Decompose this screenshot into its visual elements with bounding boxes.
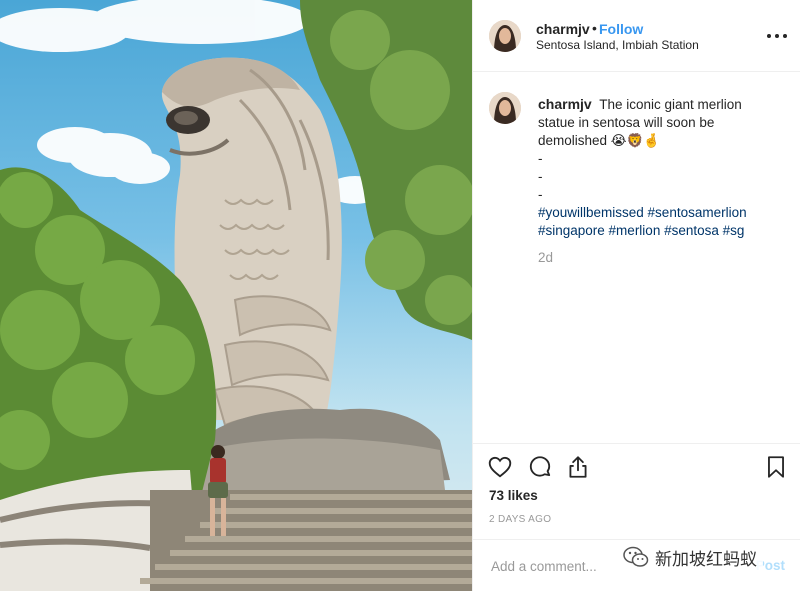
comment-icon[interactable] [527,454,553,480]
follow-button[interactable]: Follow [599,21,643,37]
avatar-image [489,92,521,124]
separator-dot: • [592,20,597,36]
likes-count[interactable]: 73 likes [489,488,538,503]
dash-line: - [538,151,543,166]
hashtags-line-2[interactable]: #singapore #merlion #sentosa #sg [538,222,778,240]
post-photo[interactable] [0,0,472,591]
hashtags-line-1[interactable]: #youwillbemissed #sentosamerlion [538,204,778,222]
more-dot [767,34,771,38]
post-header: charmjv • Follow Sentosa Island, Imbiah … [473,0,800,72]
watermark-text: 新加坡红蚂蚁 [655,549,757,570]
heart-icon[interactable] [487,454,513,480]
caption-text-block: charmjv The iconic giant merlion statue … [538,95,778,240]
avatar[interactable] [489,20,521,52]
wechat-logo-icon [623,546,649,567]
more-dot [783,34,787,38]
location-link[interactable]: Sentosa Island, Imbiah Station [536,38,699,52]
post-date: 2 DAYS AGO [489,514,552,525]
username-link[interactable]: charmjv [536,21,590,37]
post-detail-panel: charmjv • Follow Sentosa Island, Imbiah … [472,0,800,591]
share-icon[interactable] [565,454,591,480]
caption-avatar[interactable] [489,92,521,124]
avatar-image [489,20,521,52]
bookmark-icon[interactable] [763,454,789,480]
merlion-photo-illustration [0,0,472,591]
comment-time: 2d [538,250,554,265]
dash-line: - [538,169,543,184]
more-dot [775,34,779,38]
more-options-icon[interactable] [767,26,787,46]
watermark: 新加坡红蚂蚁 [617,543,763,571]
caption-username[interactable]: charmjv [538,96,592,112]
dash-line: - [538,187,543,202]
